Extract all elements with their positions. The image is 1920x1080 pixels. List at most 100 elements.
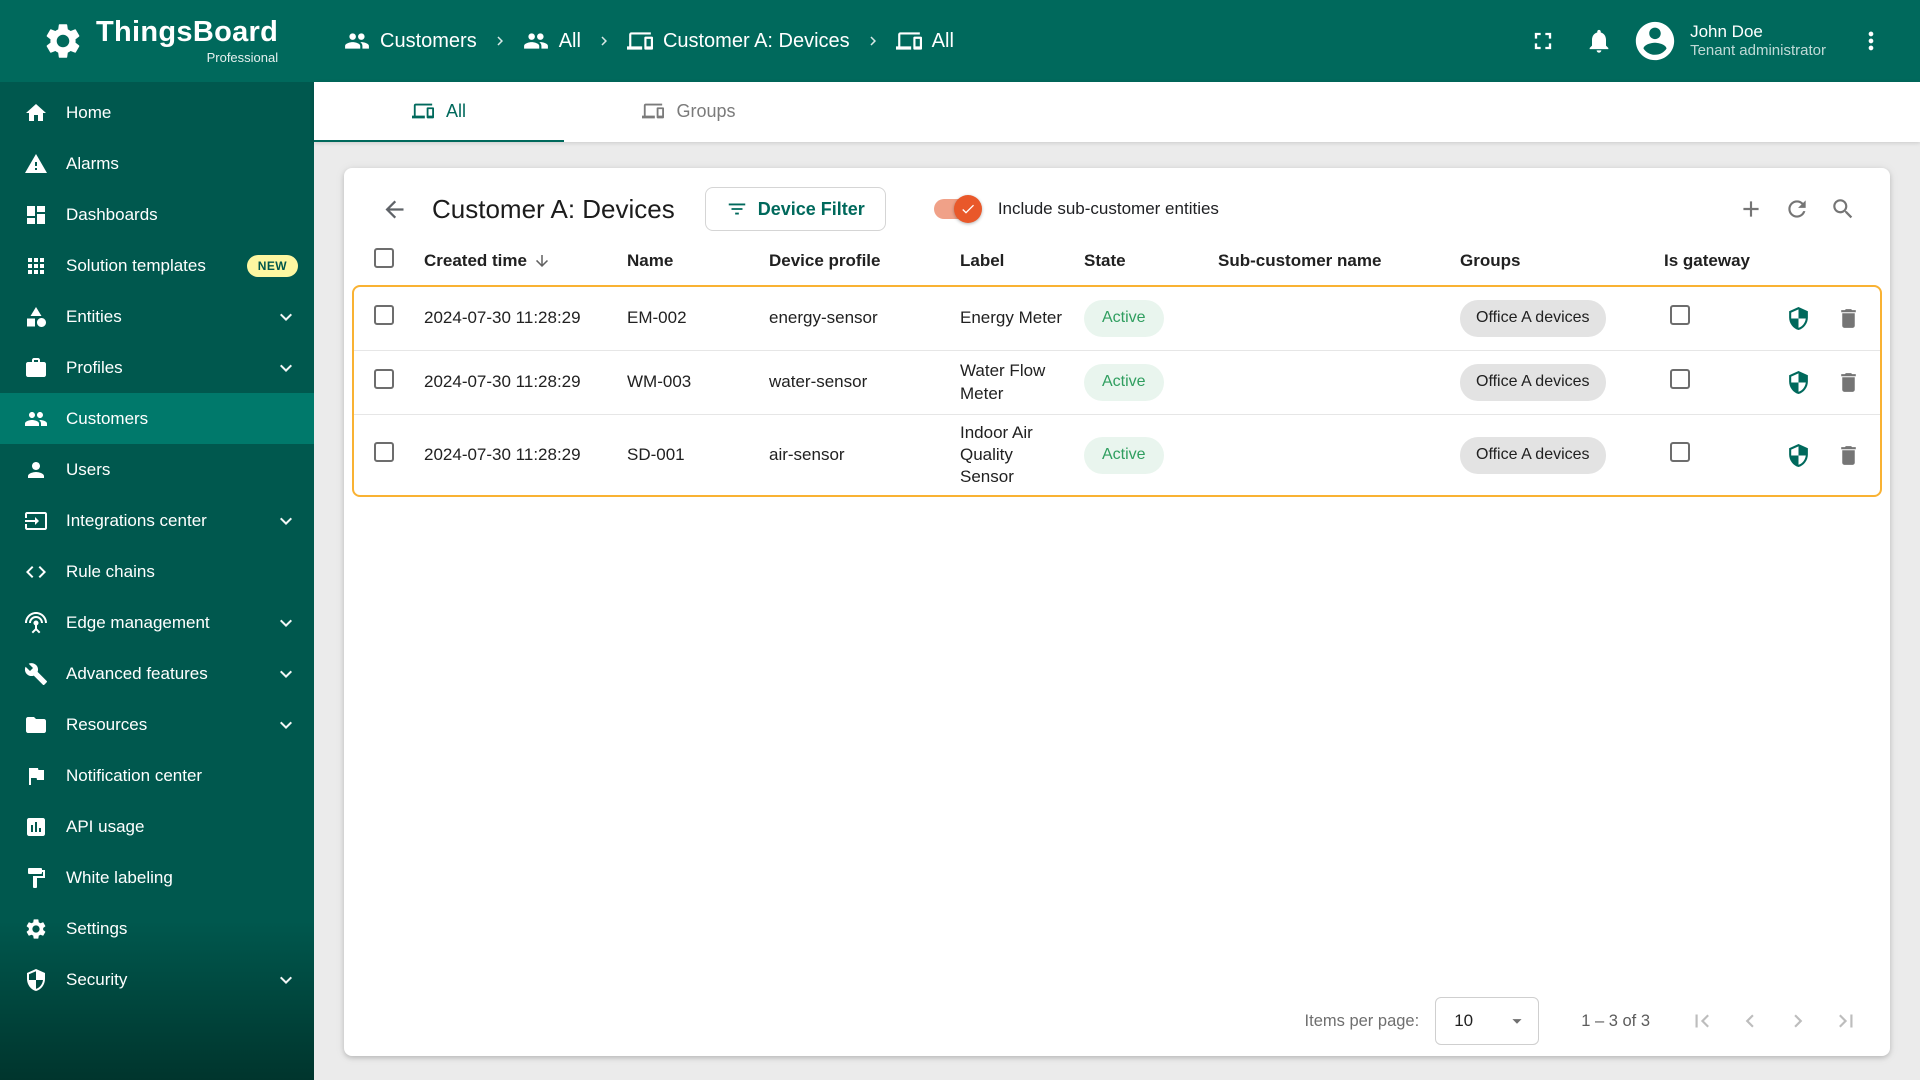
- breadcrumb-item-all-devices[interactable]: All: [896, 28, 954, 54]
- thingsboard-app: ThingsBoard Professional Customers All C…: [0, 0, 1920, 1080]
- back-button[interactable]: [372, 187, 416, 231]
- select-all-checkbox[interactable]: [374, 248, 394, 268]
- manage-credentials-button[interactable]: [1776, 361, 1820, 405]
- sidebar-item-home[interactable]: Home: [0, 87, 314, 138]
- column-header-created-time[interactable]: Created time: [424, 251, 627, 271]
- is-gateway-checkbox[interactable]: [1670, 369, 1690, 390]
- add-device-button[interactable]: [1728, 186, 1774, 232]
- page-title: Customer A: Devices: [432, 193, 675, 224]
- sidebar-item-rule-chains[interactable]: Rule chains: [0, 546, 314, 597]
- manage-credentials-button[interactable]: [1776, 297, 1820, 341]
- fullscreen-button[interactable]: [1518, 16, 1568, 66]
- tab-groups[interactable]: Groups: [564, 82, 814, 142]
- sidebar-item-alarms[interactable]: Alarms: [0, 138, 314, 189]
- breadcrumb: Customers All Customer A: Devices All: [314, 28, 954, 54]
- row-checkbox[interactable]: [374, 305, 394, 326]
- sidebar-item-edge-management[interactable]: Edge management: [0, 597, 314, 648]
- last-page-button[interactable]: [1822, 997, 1870, 1045]
- is-gateway-checkbox[interactable]: [1670, 442, 1690, 463]
- items-per-page-select[interactable]: 10: [1435, 997, 1540, 1045]
- row-checkbox[interactable]: [374, 442, 394, 463]
- sidebar-item-advanced-features[interactable]: Advanced features: [0, 648, 314, 699]
- delete-button[interactable]: [1826, 361, 1870, 405]
- cell-created-time: 2024-07-30 11:28:29: [424, 308, 581, 328]
- users-icon: [24, 458, 48, 482]
- group-chip[interactable]: Office A devices: [1460, 364, 1606, 401]
- sidebar-item-users[interactable]: Users: [0, 444, 314, 495]
- chevron-right-icon: [491, 32, 509, 50]
- next-page-button[interactable]: [1774, 997, 1822, 1045]
- check-icon: [960, 201, 976, 217]
- refresh-button[interactable]: [1774, 186, 1820, 232]
- delete-button[interactable]: [1826, 433, 1870, 477]
- chevron-right-icon: [864, 32, 882, 50]
- sidebar-item-security[interactable]: Security: [0, 954, 314, 1005]
- table-row-wm-003[interactable]: 2024-07-30 11:28:29 WM-003 water-sensor …: [354, 351, 1880, 415]
- sidebar: Home Alarms Dashboards Solution template…: [0, 82, 314, 1080]
- rule-chains-icon: [24, 560, 48, 584]
- card-toolbar: Customer A: Devices Device Filter Includ…: [344, 168, 1890, 240]
- sidebar-item-integrations-center[interactable]: Integrations center: [0, 495, 314, 546]
- highlighted-rows-group: 2024-07-30 11:28:29 EM-002 energy-sensor…: [352, 285, 1882, 498]
- new-badge: NEW: [246, 254, 298, 277]
- chevron-left-icon: [1737, 1008, 1763, 1034]
- sidebar-item-settings[interactable]: Settings: [0, 903, 314, 954]
- manage-credentials-button[interactable]: [1776, 433, 1820, 477]
- white-labeling-icon: [24, 866, 48, 890]
- profiles-icon: [24, 356, 48, 380]
- avatar[interactable]: [1630, 16, 1680, 66]
- cell-created-time: 2024-07-30 11:28:29: [424, 372, 581, 392]
- table-row-em-002[interactable]: 2024-07-30 11:28:29 EM-002 energy-sensor…: [354, 287, 1880, 351]
- sidebar-item-customers[interactable]: Customers: [0, 393, 314, 444]
- tab-all[interactable]: All: [314, 82, 564, 142]
- sidebar-item-resources[interactable]: Resources: [0, 699, 314, 750]
- table-row-sd-001[interactable]: 2024-07-30 11:28:29 SD-001 air-sensor In…: [354, 415, 1880, 495]
- cell-created-time: 2024-07-30 11:28:29: [424, 445, 581, 465]
- breadcrumb-label: All: [558, 29, 581, 52]
- column-header-state[interactable]: State: [1084, 251, 1218, 271]
- brand-name: ThingsBoard: [96, 15, 279, 48]
- breadcrumb-item-customer-a-devices[interactable]: Customer A: Devices: [627, 28, 850, 54]
- column-header-name[interactable]: Name: [627, 251, 769, 271]
- row-checkbox[interactable]: [374, 369, 394, 390]
- solution-templates-icon: [24, 254, 48, 278]
- sidebar-item-notification-center[interactable]: Notification center: [0, 750, 314, 801]
- delete-button[interactable]: [1826, 297, 1870, 341]
- devices-card: Customer A: Devices Device Filter Includ…: [344, 168, 1890, 1056]
- thingsboard-logo[interactable]: ThingsBoard Professional: [0, 15, 314, 65]
- sidebar-item-profiles[interactable]: Profiles: [0, 342, 314, 393]
- user-menu-button[interactable]: [1846, 16, 1896, 66]
- alarm-icon: [24, 152, 48, 176]
- include-sub-customer-toggle[interactable]: Include sub-customer entities: [933, 195, 1219, 223]
- notifications-button[interactable]: [1574, 16, 1624, 66]
- chevron-down-icon: [274, 662, 298, 686]
- breadcrumb-label: Customers: [380, 29, 477, 52]
- toggle-track[interactable]: [933, 195, 982, 223]
- column-header-sub-customer-name[interactable]: Sub-customer name: [1218, 251, 1460, 271]
- resources-icon: [24, 713, 48, 737]
- column-header-groups[interactable]: Groups: [1460, 251, 1664, 271]
- is-gateway-checkbox[interactable]: [1670, 305, 1690, 326]
- chevron-down-icon: [274, 305, 298, 329]
- device-filter-button[interactable]: Device Filter: [704, 187, 886, 231]
- breadcrumb-item-customers[interactable]: Customers: [344, 28, 477, 54]
- filter-icon: [726, 198, 748, 220]
- chevron-down-icon: [274, 713, 298, 737]
- sidebar-item-solution-templates[interactable]: Solution templates NEW: [0, 240, 314, 291]
- previous-page-button[interactable]: [1726, 997, 1774, 1045]
- column-header-device-profile[interactable]: Device profile: [769, 251, 960, 271]
- sidebar-item-entities[interactable]: Entities: [0, 291, 314, 342]
- sidebar-item-api-usage[interactable]: API usage: [0, 801, 314, 852]
- cell-label: Water Flow Meter: [960, 361, 1046, 403]
- cell-device-profile: energy-sensor: [769, 308, 878, 328]
- column-header-label[interactable]: Label: [960, 251, 1084, 271]
- group-chip[interactable]: Office A devices: [1460, 300, 1606, 337]
- sidebar-item-dashboards[interactable]: Dashboards: [0, 189, 314, 240]
- first-page-button[interactable]: [1678, 997, 1726, 1045]
- column-header-is-gateway[interactable]: Is gateway: [1664, 251, 1776, 271]
- group-chip[interactable]: Office A devices: [1460, 436, 1606, 474]
- sidebar-item-white-labeling[interactable]: White labeling: [0, 852, 314, 903]
- main-area: All Groups Customer A: Devices Device Fi…: [314, 82, 1920, 1080]
- search-button[interactable]: [1820, 186, 1866, 232]
- breadcrumb-item-all-customers[interactable]: All: [523, 28, 581, 54]
